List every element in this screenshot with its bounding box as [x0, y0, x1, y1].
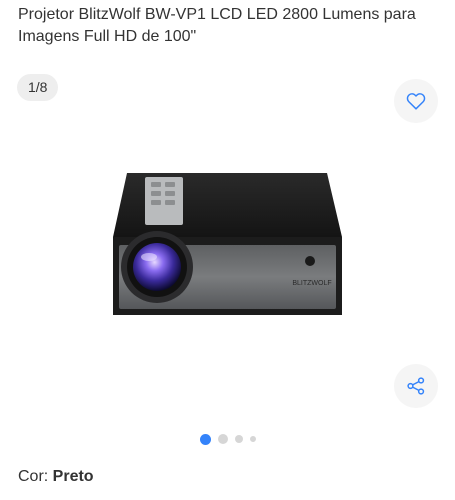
favorite-button[interactable]: [394, 79, 438, 123]
product-page: Projetor BlitzWolf BW-VP1 LCD LED 2800 L…: [0, 0, 455, 500]
color-variant: Cor: Preto: [18, 467, 94, 487]
product-image-brand: BLITZWOLF: [292, 280, 331, 287]
share-button[interactable]: [394, 364, 438, 408]
carousel-dot[interactable]: [234, 435, 243, 443]
product-title: Projetor BlitzWolf BW-VP1 LCD LED 2800 L…: [18, 6, 416, 45]
variant-label: Cor:: [18, 468, 53, 485]
product-image[interactable]: BLITZWOLF: [105, 165, 350, 325]
share-icon: [407, 377, 425, 395]
carousel-dots: [0, 433, 455, 445]
carousel-dot[interactable]: [199, 433, 211, 445]
carousel-dot[interactable]: [249, 436, 256, 442]
image-counter: 1/8: [17, 74, 59, 101]
heart-icon: [406, 93, 426, 110]
variant-value: Preto: [52, 468, 94, 485]
carousel-dot[interactable]: [217, 434, 228, 444]
